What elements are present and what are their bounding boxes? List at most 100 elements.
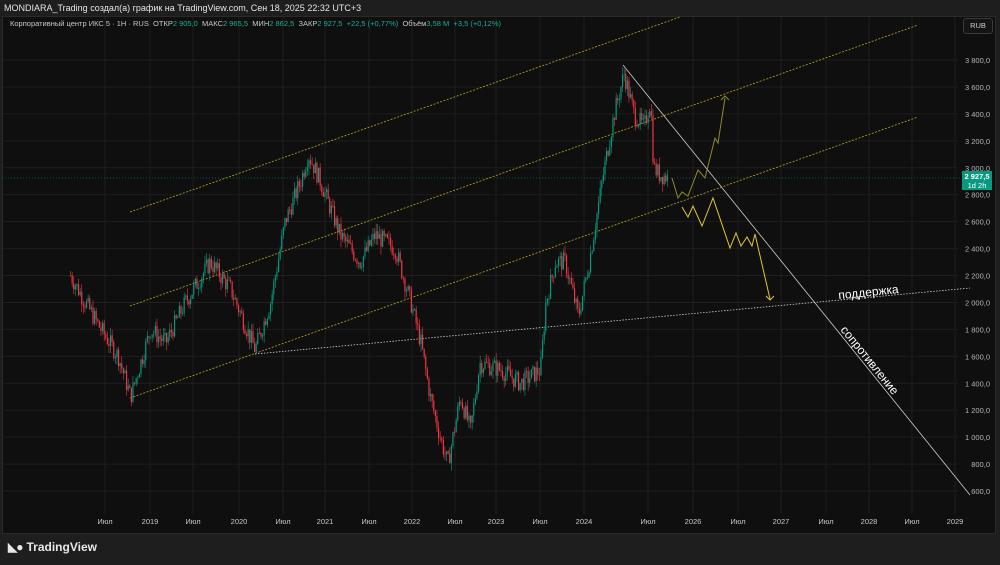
candle [474,398,476,404]
candle [413,309,416,311]
candle [204,263,206,274]
candle [364,247,366,257]
candle [180,306,182,314]
candle [596,213,598,230]
time-tick-label: Июл [275,517,290,526]
high-value: 2 965,5 [222,19,249,28]
candle [300,186,302,188]
candle [124,370,126,374]
candle [501,371,504,378]
candle [228,279,230,281]
candle [327,189,329,199]
candle [77,284,80,296]
candle [439,437,441,439]
candle [402,278,404,280]
candle [316,162,318,183]
candle [393,254,395,255]
candle [205,259,208,264]
drawings [2,16,971,496]
candle [234,298,236,300]
close-label: ЗАКР [298,19,318,28]
candle [117,349,120,367]
time-tick-label: 2028 [861,517,878,526]
price-tick-label: 2 400,0 [965,245,990,254]
candle [189,298,192,305]
candle [415,309,417,324]
candle [530,369,532,379]
price-tick-label: 1 000,0 [965,433,990,442]
candle [287,209,289,223]
candle [337,218,339,233]
candle [649,111,651,118]
candle [173,315,176,337]
candle [445,451,448,455]
candle [311,164,313,165]
candle [121,363,123,369]
candle [460,401,462,404]
candle [505,373,507,382]
price-tick-label: 3 800,0 [965,56,990,65]
candle [597,202,600,214]
candle [658,164,660,181]
candle [317,167,320,183]
candle [201,278,203,288]
symbol-name[interactable]: Корпоративный центр ИКС 5 · 1Н · RUS [10,19,149,28]
candle [108,344,110,347]
candle [93,311,96,324]
candle [146,336,148,342]
candle [661,177,664,185]
candle [373,233,376,239]
candle [220,277,222,284]
candle [269,304,272,315]
price-tick-label: 2 600,0 [965,218,990,227]
candle [557,258,560,266]
candle [178,306,180,318]
candle [289,209,291,211]
candle [604,160,606,175]
candle [497,362,499,376]
candle [607,151,609,156]
candle [295,188,297,199]
candle [81,291,83,305]
candle [485,361,488,363]
candle [543,331,545,341]
candle [524,371,526,390]
candle [645,115,648,123]
price-tick-label: 3 200,0 [965,137,990,146]
candle [666,174,668,182]
candle [639,112,641,126]
candle [471,415,473,423]
candle [629,94,632,98]
candle [610,137,612,148]
candle [151,334,153,338]
candle [575,298,577,303]
candle [417,323,419,325]
candle [476,391,478,399]
candle [514,374,516,387]
candle [365,247,368,251]
candle [613,118,616,120]
candle [343,233,345,237]
candle [385,234,387,236]
currency-button[interactable]: RUB [963,18,993,34]
candle [423,348,425,357]
candle [618,99,620,101]
candle [185,295,187,298]
candle [642,118,644,120]
candle [527,371,529,383]
candle [330,205,332,214]
candle [354,259,356,261]
candle [129,385,131,388]
candle [377,231,379,239]
candle [537,367,539,375]
price-tick-label: 2 200,0 [965,272,990,281]
candle [589,253,592,273]
candle [298,181,300,187]
candle [554,267,556,278]
candle [605,151,608,161]
candle [449,453,451,464]
price-chart[interactable]: 3 800,03 600,03 400,03 200,03 000,02 800… [0,0,1000,565]
candle [545,303,547,332]
candle [215,262,217,269]
candle [553,276,555,278]
